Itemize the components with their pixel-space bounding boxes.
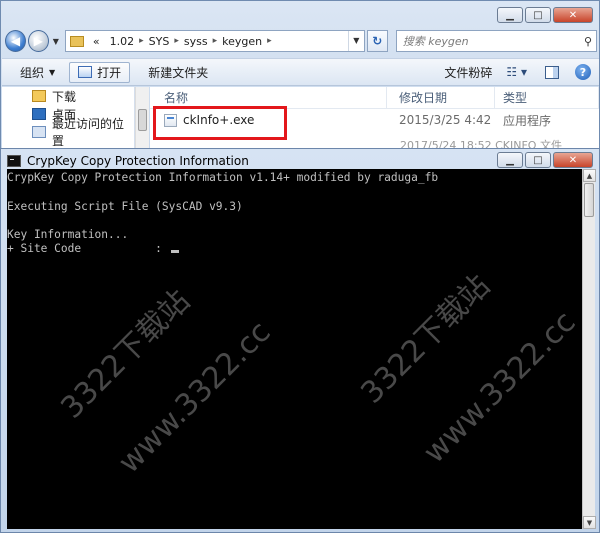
navigation-bar: ◀ ▶ ▼ « 1.02 ▸ SYS ▸ syss ▸ keygen ▸ ▼ ↻… (5, 28, 598, 54)
breadcrumb-overflow[interactable]: « (93, 35, 100, 48)
breadcrumb-separator-icon[interactable]: ▸ (139, 36, 144, 46)
console-window-controls: ▁ □ ✕ (497, 152, 593, 168)
column-header-type[interactable]: 类型 (495, 87, 599, 108)
forward-button[interactable]: ▶ (27, 30, 49, 52)
breadcrumb-separator-icon[interactable]: ▸ (174, 36, 179, 46)
explorer-window: ▁ □ ✕ ◀ ▶ ▼ « 1.02 ▸ SYS ▸ syss ▸ keygen… (0, 0, 600, 152)
breadcrumb-item[interactable]: SYS (149, 35, 170, 48)
forward-arrow-icon: ▶ (33, 34, 43, 48)
breadcrumb-item[interactable]: 1.02 (110, 35, 135, 48)
file-type: 应用程序 (503, 113, 552, 128)
close-button[interactable]: ✕ (553, 152, 593, 168)
console-line: Key Information... (7, 228, 129, 242)
organize-button[interactable]: 组织 ▼ (20, 64, 55, 81)
recent-places-icon (32, 126, 46, 138)
search-placeholder: 搜索 keygen (402, 35, 469, 48)
desktop-icon (32, 108, 46, 120)
console-line: Executing Script File (SysCAD v9.3) (7, 199, 243, 213)
back-arrow-icon: ◀ (10, 34, 21, 48)
nav-item-downloads[interactable]: 下载 (2, 87, 134, 105)
open-label: 打开 (97, 65, 122, 80)
console-line: CrypKey Copy Protection Information v1.1… (7, 171, 439, 184)
open-window-icon (78, 66, 93, 78)
refresh-icon: ↻ (372, 34, 383, 48)
minimize-button[interactable]: ▁ (497, 7, 523, 23)
scrollbar-thumb[interactable] (138, 109, 147, 131)
command-bar-right: 文件粉碎 ☷ ▾ ? (426, 64, 599, 81)
command-bar: 组织 ▼ 打开 新建文件夹 文件粉碎 ☷ ▾ ? (2, 58, 599, 86)
breadcrumb-separator-icon[interactable]: ▸ (213, 36, 218, 46)
console-output[interactable]: CrypKey Copy Protection Information v1.1… (7, 169, 582, 529)
search-icon[interactable]: ⚲ (584, 35, 592, 48)
chevron-down-icon: ▼ (49, 67, 56, 77)
help-icon[interactable]: ? (575, 64, 591, 80)
nav-item-recent-places[interactable]: 最近访问的位置 (2, 117, 134, 148)
navigation-pane: 下载 桌面 最近访问的位置 (2, 87, 135, 150)
minimize-button[interactable]: ▁ (497, 152, 523, 168)
console-titlebar: CrypKey Copy Protection Information (7, 154, 249, 168)
file-date: 2015/3/25 4:42 (399, 113, 492, 127)
open-button[interactable]: 打开 (69, 61, 131, 83)
file-shred-button[interactable]: 文件粉碎 (444, 64, 492, 81)
explorer-window-controls: ▁ □ ✕ (497, 7, 593, 23)
breadcrumb-item[interactable]: keygen (222, 35, 262, 48)
breadcrumb-separator-icon[interactable]: ▸ (267, 36, 272, 46)
new-folder-button[interactable]: 新建文件夹 (148, 64, 208, 81)
console-window: CrypKey Copy Protection Information ▁ □ … (0, 148, 600, 533)
scroll-up-icon[interactable]: ▲ (583, 169, 596, 182)
column-header-name[interactable]: 名称 (150, 87, 387, 108)
maximize-button[interactable]: □ (525, 152, 551, 168)
nav-item-label: 最近访问的位置 (52, 117, 125, 148)
organize-label: 组织 (20, 65, 45, 80)
back-button[interactable]: ◀ (5, 30, 26, 52)
address-bar[interactable]: « 1.02 ▸ SYS ▸ syss ▸ keygen ▸ ▼ (64, 30, 365, 52)
console-title: CrypKey Copy Protection Information (27, 154, 249, 168)
view-options-icon[interactable]: ☷ ▾ (506, 65, 527, 79)
console-app-icon (7, 155, 21, 167)
text-cursor (170, 250, 179, 254)
console-line-prompt: + Site Code : (7, 242, 582, 256)
search-input[interactable]: 搜索 keygen ⚲ (395, 30, 598, 52)
highlight-box (153, 106, 287, 140)
breadcrumb-item[interactable]: syss (184, 35, 208, 48)
recent-pages-dropdown-icon[interactable]: ▼ (53, 37, 59, 46)
column-header-date[interactable]: 修改日期 (387, 87, 495, 108)
scrollbar-thumb[interactable] (584, 183, 594, 217)
close-button[interactable]: ✕ (553, 7, 593, 23)
nav-item-label: 下载 (52, 89, 77, 104)
new-folder-label: 新建文件夹 (148, 65, 209, 80)
file-shred-label: 文件粉碎 (444, 65, 493, 80)
navigation-pane-scrollbar[interactable] (135, 87, 149, 150)
scroll-down-icon[interactable]: ▼ (583, 516, 596, 529)
download-folder-icon (32, 90, 46, 102)
maximize-button[interactable]: □ (525, 7, 551, 23)
preview-pane-icon[interactable] (545, 65, 559, 79)
console-scrollbar[interactable]: ▲ ▼ (582, 169, 596, 529)
console-prompt-text: + Site Code : (7, 242, 169, 256)
address-dropdown-icon[interactable]: ▼ (347, 31, 364, 51)
refresh-button[interactable]: ↻ (366, 30, 388, 52)
folder-icon (69, 35, 84, 47)
